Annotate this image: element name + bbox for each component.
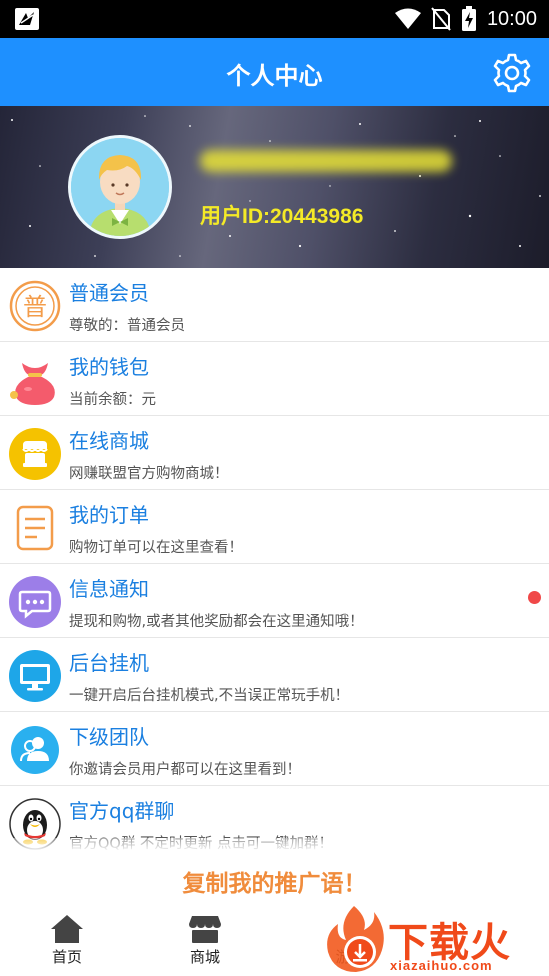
status-bar: 10:00 [0, 0, 549, 38]
home-icon [51, 915, 83, 943]
menu-item-title: 信息通知 [69, 577, 149, 601]
menu-list: 普 普通会员 尊敬的：普通会员 我的钱包 当前余额：元 在线商城 网赚联盟官方购… [0, 268, 549, 852]
tab-home[interactable]: 首页 [21, 910, 113, 972]
menu-item-store[interactable]: 在线商城 网赚联盟官方购物商城！ [0, 416, 549, 490]
menu-item-title: 我的订单 [69, 503, 149, 527]
promo-area: 复制我的推广语！ [0, 852, 549, 904]
menu-item-desc: 尊敬的：普通会员 [69, 318, 185, 334]
menu-item-desc: 当前余额：元 [69, 392, 156, 408]
battery-charging-icon [461, 6, 476, 31]
flame-logo-icon [327, 906, 384, 972]
cartoon-avatar-icon [71, 138, 169, 236]
menu-item-title: 后台挂机 [69, 651, 149, 675]
menu-item-title: 官方qq群聊 [69, 799, 175, 823]
menu-item-membership[interactable]: 普 普通会员 尊敬的：普通会员 [0, 268, 549, 342]
watermark-url: xiazaihuo.com [390, 958, 493, 973]
user-id-label: 用户ID:20443986 [200, 205, 364, 228]
scroll-fade [0, 838, 549, 852]
app-header: 个人中心 [0, 38, 549, 106]
unread-dot [528, 591, 541, 604]
page-title: 个人中心 [226, 62, 323, 90]
watermark-logo: 下载火 xiazaihuo.com [322, 902, 549, 976]
menu-item-qq-group[interactable]: 官方qq群聊 官方QQ群 不定时更新 点击可一键加群！ [0, 786, 549, 852]
menu-item-desc: 网赚联盟官方购物商城！ [69, 466, 229, 482]
team-icon [11, 726, 59, 774]
monitor-icon [9, 650, 61, 702]
menu-item-team[interactable]: 下级团队 你邀请会员用户都可以在这里看到！ [0, 712, 549, 786]
menu-item-orders[interactable]: 我的订单 购物订单可以在这里查看！ [0, 490, 549, 564]
menu-item-background-hangup[interactable]: 后台挂机 一键开启后台挂机模式,不当误正常玩手机！ [0, 638, 549, 712]
notification-app-icon [15, 8, 39, 30]
store-icon [9, 428, 61, 480]
menu-item-notifications[interactable]: 信息通知 提现和购物,或者其他奖励都会在这里通知哦！ [0, 564, 549, 638]
order-document-icon [16, 505, 54, 551]
tab-label: 首页 [51, 948, 82, 966]
money-bag-icon [10, 363, 55, 405]
menu-item-title: 我的钱包 [69, 355, 149, 379]
no-sim-icon [431, 7, 451, 31]
tab-shop[interactable]: 商城 [159, 910, 251, 972]
menu-item-title: 下级团队 [69, 725, 149, 749]
member-badge-icon: 普 [9, 280, 61, 332]
clock: 10:00 [486, 7, 537, 30]
menu-item-desc: 一键开启后台挂机模式,不当误正常玩手机！ [69, 688, 350, 704]
menu-item-desc: 你邀请会员用户都可以在这里看到！ [69, 762, 301, 778]
svg-text:普: 普 [23, 293, 47, 321]
settings-gear-icon[interactable] [491, 52, 533, 94]
wifi-icon [394, 8, 421, 29]
tab-label: 商城 [189, 948, 220, 966]
copy-promo-button[interactable]: 复制我的推广语！ [183, 864, 367, 898]
message-icon [9, 576, 61, 628]
menu-item-title: 普通会员 [69, 281, 149, 305]
menu-item-wallet[interactable]: 我的钱包 当前余额：元 [0, 342, 549, 416]
profile-banner: 用户ID:20443986 [0, 106, 549, 268]
avatar[interactable] [68, 135, 172, 239]
shop-icon [189, 916, 221, 943]
menu-item-desc: 提现和购物,或者其他奖励都会在这里通知哦！ [69, 614, 364, 630]
blurred-account-info [200, 150, 452, 172]
menu-item-title: 在线商城 [69, 429, 149, 453]
menu-item-desc: 购物订单可以在这里查看！ [69, 540, 243, 556]
